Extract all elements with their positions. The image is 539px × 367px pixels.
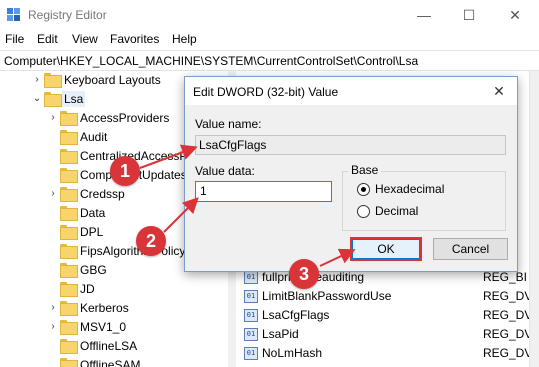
reg-dword-icon: 01 <box>244 271 258 284</box>
dialog-title: Edit DWORD (32-bit) Value <box>193 85 339 99</box>
reg-dword-icon: 01 <box>244 347 258 360</box>
tree-item[interactable]: › Kerberos <box>0 299 236 318</box>
chevron-right-icon[interactable]: › <box>48 321 58 333</box>
menu-favorites[interactable]: Favorites <box>110 32 159 46</box>
folder-icon <box>44 73 62 88</box>
step-marker-1: 1 <box>110 156 140 186</box>
address-path[interactable]: Computer\HKEY_LOCAL_MACHINE\SYSTEM\Curre… <box>4 54 418 68</box>
value-data-label: Value data: <box>195 164 255 178</box>
step-marker-2: 2 <box>136 226 166 256</box>
hexadecimal-radio[interactable] <box>357 183 370 196</box>
address-bar[interactable]: Computer\HKEY_LOCAL_MACHINE\SYSTEM\Curre… <box>0 50 539 71</box>
reg-dword-icon: 01 <box>244 328 258 341</box>
tree-item-label: Credssp <box>80 187 125 201</box>
hexadecimal-label[interactable]: Hexadecimal <box>375 182 444 196</box>
chevron-right-icon[interactable]: › <box>48 302 58 314</box>
folder-icon <box>60 206 78 221</box>
menu-edit[interactable]: Edit <box>37 32 58 46</box>
tree-item-label: Lsa <box>62 91 86 107</box>
chevron-right-icon[interactable]: › <box>48 188 58 200</box>
value-name-label: Value name: <box>195 117 262 131</box>
folder-icon <box>60 225 78 240</box>
cancel-button[interactable]: Cancel <box>433 238 508 260</box>
folder-open-icon <box>44 92 62 107</box>
maximize-button[interactable]: ☐ <box>446 0 492 30</box>
minimize-button[interactable]: — <box>401 0 447 30</box>
tree-item-label: Data <box>80 206 106 220</box>
folder-icon <box>60 130 78 145</box>
chevron-right-icon[interactable]: › <box>48 112 58 124</box>
value-name: NoLmHash <box>262 346 323 360</box>
tree-item-label: AccessProviders <box>80 111 170 125</box>
value-name: LsaPid <box>262 327 299 341</box>
tree-item-label: OfflineSAM <box>80 358 141 367</box>
menu-view[interactable]: View <box>72 32 98 46</box>
folder-icon <box>60 187 78 202</box>
registry-editor-icon <box>7 8 20 21</box>
folder-icon <box>60 339 78 354</box>
decimal-radio[interactable] <box>357 205 370 218</box>
step-marker-3: 3 <box>289 259 319 289</box>
reg-dword-icon: 01 <box>244 309 258 322</box>
list-scrollbar[interactable] <box>529 71 539 367</box>
folder-icon <box>60 282 78 297</box>
tree-item-label: FipsAlgorithmPolicy <box>80 244 186 258</box>
tree-item-label: Kerberos <box>80 301 129 315</box>
tree-item-label: DPL <box>80 225 104 239</box>
value-type: REG_BI <box>483 270 528 284</box>
tree-item[interactable]: › MSV1_0 <box>0 318 236 337</box>
dialog-close-button[interactable]: ✕ <box>487 80 511 102</box>
menu-help[interactable]: Help <box>172 32 197 46</box>
list-item[interactable]: 01 NoLmHash REG_DV <box>238 344 539 362</box>
close-button[interactable]: ✕ <box>492 0 538 30</box>
tree-item[interactable]: OfflineLSA <box>0 337 236 356</box>
chevron-down-icon[interactable]: ⌄ <box>32 93 42 105</box>
dialog-title-bar: Edit DWORD (32-bit) Value ✕ <box>185 77 517 105</box>
folder-icon <box>60 358 78 367</box>
value-type: REG_DV <box>483 289 533 303</box>
folder-icon <box>60 149 78 164</box>
menu-bar: File Edit View Favorites Help <box>0 30 539 50</box>
reg-dword-icon: 01 <box>244 290 258 303</box>
folder-icon <box>60 244 78 259</box>
chevron-right-icon[interactable]: › <box>32 74 42 86</box>
tree-item[interactable]: OfflineSAM <box>0 356 236 367</box>
value-type: REG_DV <box>483 308 533 322</box>
folder-icon <box>60 263 78 278</box>
folder-icon <box>60 168 78 183</box>
tree-item-label: GBG <box>80 263 107 277</box>
folder-icon <box>60 111 78 126</box>
folder-icon <box>60 320 78 335</box>
value-type: REG_DV <box>483 346 533 360</box>
tree-item-label: OfflineLSA <box>80 339 138 353</box>
value-data-input[interactable]: 1 <box>195 181 332 202</box>
decimal-label[interactable]: Decimal <box>375 204 418 218</box>
folder-icon <box>60 301 78 316</box>
menu-file[interactable]: File <box>5 32 24 46</box>
value-type: REG_DV <box>483 327 533 341</box>
base-label: Base <box>348 163 382 177</box>
tree-item[interactable]: JD <box>0 280 236 299</box>
title-bar: Registry Editor — ☐ ✕ <box>0 0 539 30</box>
tree-item-label: Audit <box>80 130 108 144</box>
ok-highlight-box <box>350 237 422 261</box>
tree-item-label: MSV1_0 <box>80 320 127 334</box>
value-name-field: LsaCfgFlags <box>195 135 506 155</box>
list-item[interactable]: 01 LsaCfgFlags REG_DV <box>238 306 539 324</box>
list-item[interactable]: 01 LimitBlankPasswordUse REG_DV <box>238 287 539 305</box>
value-name: LimitBlankPasswordUse <box>262 289 392 303</box>
base-group <box>342 171 506 231</box>
tree-item-label: Keyboard Layouts <box>64 73 161 87</box>
window-title: Registry Editor <box>28 8 107 22</box>
list-item[interactable]: 01 LsaPid REG_DV <box>238 325 539 343</box>
value-name: LsaCfgFlags <box>262 308 330 322</box>
tree-item-label: JD <box>80 282 95 296</box>
